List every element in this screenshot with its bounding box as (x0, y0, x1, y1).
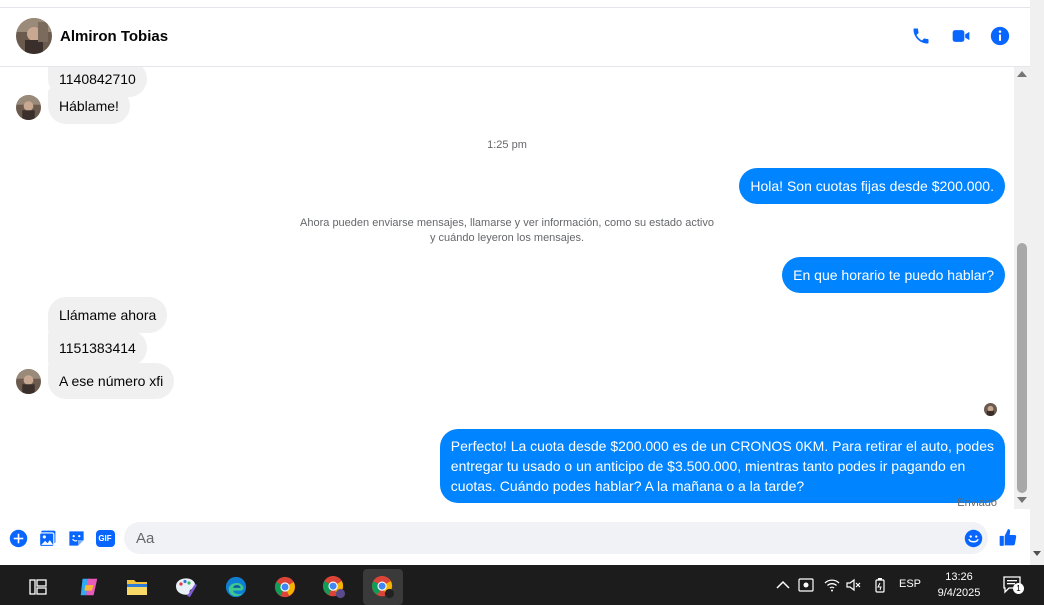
scroll-up-arrow[interactable] (1017, 71, 1027, 77)
chevron-up-icon (776, 580, 790, 589)
task-view-icon (29, 579, 47, 595)
system-notice-line: y cuándo leyeron los mensajes. (429, 232, 585, 244)
message-outgoing[interactable]: En que horario te puedo hablar? (782, 257, 1005, 293)
scroll-thumb[interactable] (1017, 243, 1027, 493)
clock-time: 13:26 (945, 571, 973, 583)
file-explorer-icon (127, 580, 147, 595)
taskbar: ESP 13:26 9/4/2025 1 (0, 565, 1044, 605)
message-scrollbar[interactable] (1014, 67, 1030, 509)
contact-avatar[interactable] (16, 18, 52, 54)
wifi-icon (824, 579, 840, 592)
like-button[interactable] (998, 527, 1018, 547)
message-avatar (16, 95, 41, 120)
audio-call-button[interactable] (909, 24, 933, 48)
message-incoming[interactable]: Llámame ahora (48, 297, 168, 333)
conversation-info-button[interactable] (988, 24, 1012, 48)
paint-icon (176, 578, 197, 597)
volume-muted-icon (846, 578, 861, 592)
chrome-button[interactable] (265, 569, 305, 605)
more-actions-button[interactable] (8, 528, 28, 548)
battery-icon (875, 578, 885, 593)
photo-icon (38, 530, 55, 547)
edge-button[interactable] (216, 569, 256, 605)
message-outgoing[interactable]: Hola! Son cuotas fijas desde $200.000. (739, 168, 1005, 204)
chrome-icon (274, 576, 296, 598)
scroll-down-arrow[interactable] (1017, 497, 1027, 503)
messenger-window: Almiron Tobias 1140842710 Háblame! 1:25 … (0, 0, 1044, 605)
emoji-button[interactable] (963, 528, 983, 548)
battery-button[interactable] (872, 577, 888, 593)
message-line: cuotas. Cuándo podes hablar? A la mañana… (450, 478, 805, 494)
message-incoming[interactable]: A ese número xfi (48, 363, 175, 399)
paint-button[interactable] (166, 569, 206, 605)
show-hidden-icons-button[interactable] (775, 577, 791, 593)
notification-count: 1 (1013, 583, 1024, 594)
chrome-profile-active-icon (371, 575, 395, 599)
message-avatar (16, 369, 41, 394)
edge-icon (225, 576, 247, 598)
message-outgoing-long[interactable]: Perfecto! La cuota desde $200.000 es de … (439, 429, 1005, 503)
message-incoming[interactable]: 1151383414 (48, 330, 147, 366)
attach-photo-button[interactable] (37, 528, 57, 548)
video-call-button[interactable] (949, 24, 973, 48)
system-notice-line: Ahora pueden enviarse mensajes, llamarse… (300, 217, 714, 229)
copilot-icon (80, 578, 98, 596)
video-camera-icon (952, 30, 970, 42)
contact-name[interactable]: Almiron Tobias (60, 28, 168, 45)
message-incoming[interactable]: Háblame! (48, 88, 130, 124)
window-top-edge (0, 0, 1044, 8)
message-line: Perfecto! La cuota desde $200.000 es de … (450, 438, 994, 454)
chrome-profile-active-button[interactable] (363, 569, 403, 605)
clock-date: 9/4/2025 (937, 587, 981, 599)
task-view-button[interactable] (18, 569, 58, 605)
chrome-profile-button[interactable] (314, 569, 354, 605)
gif-button[interactable]: GIF (95, 528, 115, 548)
notifications-button[interactable]: 1 (1002, 575, 1024, 595)
delivery-status: Enviado (957, 497, 997, 509)
copilot-button[interactable] (69, 569, 109, 605)
chrome-profile-icon (322, 575, 346, 599)
gif-icon: GIF (95, 529, 115, 547)
emoji-icon (964, 529, 982, 547)
plus-icon (9, 529, 27, 547)
info-icon (990, 26, 1010, 46)
system-notice: Ahora pueden enviarse mensajes, llamarse… (0, 216, 1014, 246)
seen-avatar (984, 403, 997, 416)
volume-button[interactable] (846, 577, 862, 593)
phone-icon (913, 28, 929, 44)
page-scrollbar[interactable] (1030, 8, 1044, 565)
network-button[interactable] (824, 577, 840, 593)
meet-now-button[interactable] (798, 577, 814, 593)
page-scroll-down-arrow[interactable] (1033, 551, 1041, 556)
gif-label: GIF (98, 533, 112, 543)
message-line: entregar tu usado o un anticipo de $3.50… (450, 458, 966, 474)
time-divider: 1:25 pm (487, 139, 527, 151)
message-list[interactable]: 1140842710 Háblame! 1:25 pm Hola! Son cu… (0, 67, 1014, 517)
clock[interactable]: 13:26 9/4/2025 (935, 569, 983, 601)
sticker-button[interactable] (66, 528, 86, 548)
meet-icon (798, 578, 814, 592)
like-icon (999, 528, 1017, 546)
input-language[interactable]: ESP (899, 578, 921, 590)
message-input[interactable] (124, 522, 988, 554)
chat-header: Almiron Tobias (0, 9, 1030, 67)
file-explorer-button[interactable] (117, 569, 157, 605)
sticker-icon (68, 530, 84, 546)
composer: GIF (0, 517, 1030, 565)
